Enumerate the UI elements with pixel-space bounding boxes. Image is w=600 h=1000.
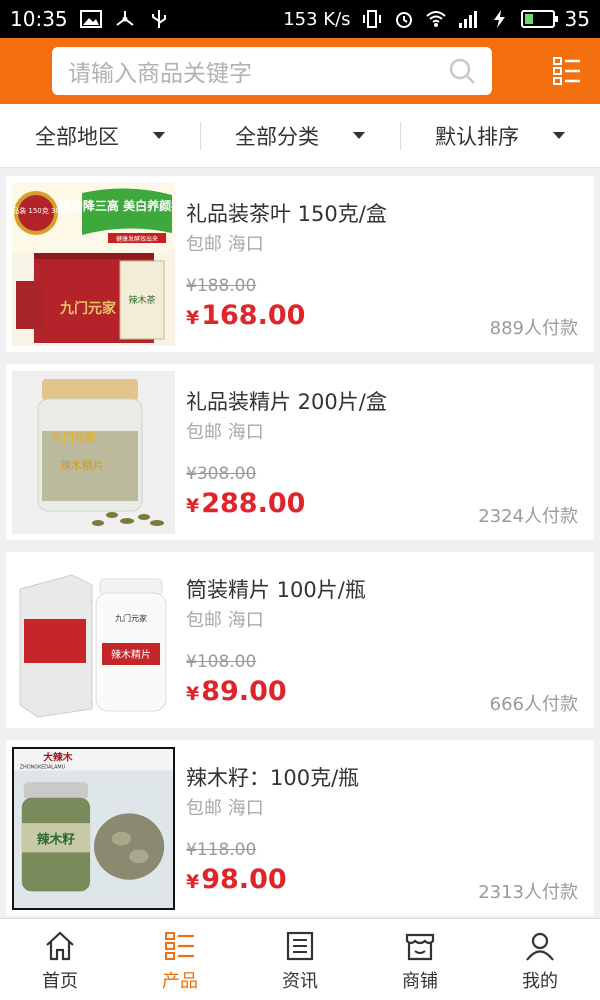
svg-text:辅助降三高 美白养颜神器: 辅助降三高 美白养颜神器 xyxy=(59,198,175,213)
current-price: ¥89.00 xyxy=(186,676,287,707)
caret-down-icon xyxy=(153,132,165,139)
svg-text:礼品装 150克 30包: 礼品装 150克 30包 xyxy=(12,206,67,215)
bottom-tab-bar: 首页 产品 资讯 商铺 我的 xyxy=(0,918,600,1000)
vibrate-icon xyxy=(362,10,381,28)
battery-icon xyxy=(520,10,558,28)
price-value: 288.00 xyxy=(201,488,306,519)
original-price: ¥188.00 xyxy=(186,276,257,296)
usb-icon xyxy=(151,10,166,28)
original-price: ¥118.00 xyxy=(186,840,257,860)
signal-icon xyxy=(458,11,477,28)
product-image: 九门元家 辣木精片 xyxy=(12,559,175,722)
current-price: ¥98.00 xyxy=(186,864,287,895)
net-speed: 153 K/s xyxy=(283,8,351,30)
filter-sort[interactable]: 默认排序 xyxy=(400,104,600,167)
currency-symbol: ¥ xyxy=(186,307,200,329)
product-card[interactable]: 九门元家 辣木精片 筒装精片 100片/瓶 包邮 海口 ¥108.00 ¥89.… xyxy=(6,552,594,728)
status-time: 10:35 xyxy=(10,7,68,31)
tab-home[interactable]: 首页 xyxy=(0,919,120,1000)
product-image: 大辣木 ZHONGKEDALAMU 辣木籽 xyxy=(12,747,175,910)
product-title: 礼品装茶叶 150克/盒 xyxy=(186,202,387,226)
svg-text:大辣木: 大辣木 xyxy=(43,751,72,764)
svg-text:九门元家: 九门元家 xyxy=(115,613,147,623)
store-icon xyxy=(405,933,435,961)
tab-products[interactable]: 产品 xyxy=(120,919,240,1000)
search-input[interactable]: 请输入商品关键字 xyxy=(52,47,492,95)
status-bar: 10:35 153 K/s 35 xyxy=(0,0,600,38)
svg-text:ZHONGKEDALAMU: ZHONGKEDALAMU xyxy=(20,765,66,771)
product-title: 辣木籽：100克/瓶 xyxy=(186,766,360,790)
search-placeholder: 请输入商品关键字 xyxy=(68,61,252,87)
product-image: 辅助降三高 美白养颜神器 礼品装 150克 30包 健康发酵效出来 九门元家 辣… xyxy=(12,183,175,346)
currency-symbol: ¥ xyxy=(186,683,200,705)
filter-label: 默认排序 xyxy=(435,124,519,149)
tab-label: 产品 xyxy=(162,971,198,992)
caret-down-icon xyxy=(553,132,565,139)
filter-label: 全部地区 xyxy=(35,124,119,149)
svg-text:辣木茶: 辣木茶 xyxy=(128,294,155,306)
charging-icon xyxy=(493,10,505,28)
sales-count: 2313人付款 xyxy=(478,882,578,903)
app-header: 请输入商品关键字 xyxy=(0,38,600,104)
tab-label: 商铺 xyxy=(402,971,438,992)
svg-text:辣木精片: 辣木精片 xyxy=(60,458,104,472)
svg-text:健康发酵效出来: 健康发酵效出来 xyxy=(116,235,158,243)
wifi-icon xyxy=(425,11,446,27)
product-shipping: 包邮 海口 xyxy=(186,798,264,819)
price-value: 168.00 xyxy=(201,300,306,331)
currency-symbol: ¥ xyxy=(186,871,200,893)
battery-level: 35 xyxy=(564,7,590,31)
filter-category[interactable]: 全部分类 xyxy=(200,104,400,167)
product-image: 九门元家 辣木精片 xyxy=(12,371,175,534)
tab-store[interactable]: 商铺 xyxy=(360,919,480,1000)
filter-label: 全部分类 xyxy=(235,124,319,149)
product-shipping: 包邮 海口 xyxy=(186,422,264,443)
svg-text:辣木籽: 辣木籽 xyxy=(37,832,75,847)
price-value: 98.00 xyxy=(201,864,287,895)
current-price: ¥288.00 xyxy=(186,488,305,519)
list-icon xyxy=(165,932,194,960)
product-card[interactable]: 大辣木 ZHONGKEDALAMU 辣木籽 辣木籽：100克/瓶 包邮 海口 ¥… xyxy=(6,740,594,916)
sales-count: 2324人付款 xyxy=(478,506,578,527)
original-price: ¥108.00 xyxy=(186,652,257,672)
alarm-icon xyxy=(395,12,412,28)
user-icon xyxy=(526,932,554,961)
tab-label: 首页 xyxy=(42,971,78,992)
product-list: 辅助降三高 美白养颜神器 礼品装 150克 30包 健康发酵效出来 九门元家 辣… xyxy=(6,176,594,928)
filter-region[interactable]: 全部地区 xyxy=(0,104,200,167)
current-price: ¥168.00 xyxy=(186,300,305,331)
search-icon[interactable] xyxy=(448,57,476,85)
filter-bar: 全部地区 全部分类 默认排序 xyxy=(0,104,600,168)
svg-text:辣木精片: 辣木精片 xyxy=(111,648,151,661)
product-title: 筒装精片 100片/瓶 xyxy=(186,578,366,602)
tab-news[interactable]: 资讯 xyxy=(240,919,360,1000)
image-notification-icon xyxy=(79,10,102,28)
original-price: ¥308.00 xyxy=(186,464,257,484)
product-card[interactable]: 九门元家 辣木精片 礼品装精片 200片/盒 包邮 海口 ¥308.00 ¥28… xyxy=(6,364,594,540)
category-menu-icon[interactable] xyxy=(552,56,582,86)
share-notification-icon xyxy=(116,11,134,26)
news-icon xyxy=(286,931,314,961)
currency-symbol: ¥ xyxy=(186,495,200,517)
product-shipping: 包邮 海口 xyxy=(186,234,264,255)
tab-label: 我的 xyxy=(522,971,558,992)
svg-text:九门元家: 九门元家 xyxy=(59,300,117,317)
product-shipping: 包邮 海口 xyxy=(186,610,264,631)
sales-count: 666人付款 xyxy=(489,694,578,715)
caret-down-icon xyxy=(353,132,365,139)
svg-text:九门元家: 九门元家 xyxy=(51,430,97,444)
tab-profile[interactable]: 我的 xyxy=(480,919,600,1000)
product-card[interactable]: 辅助降三高 美白养颜神器 礼品装 150克 30包 健康发酵效出来 九门元家 辣… xyxy=(6,176,594,352)
tab-label: 资讯 xyxy=(282,971,318,992)
sales-count: 889人付款 xyxy=(489,318,578,339)
price-value: 89.00 xyxy=(201,676,287,707)
product-title: 礼品装精片 200片/盒 xyxy=(186,390,387,414)
home-icon xyxy=(46,931,74,961)
